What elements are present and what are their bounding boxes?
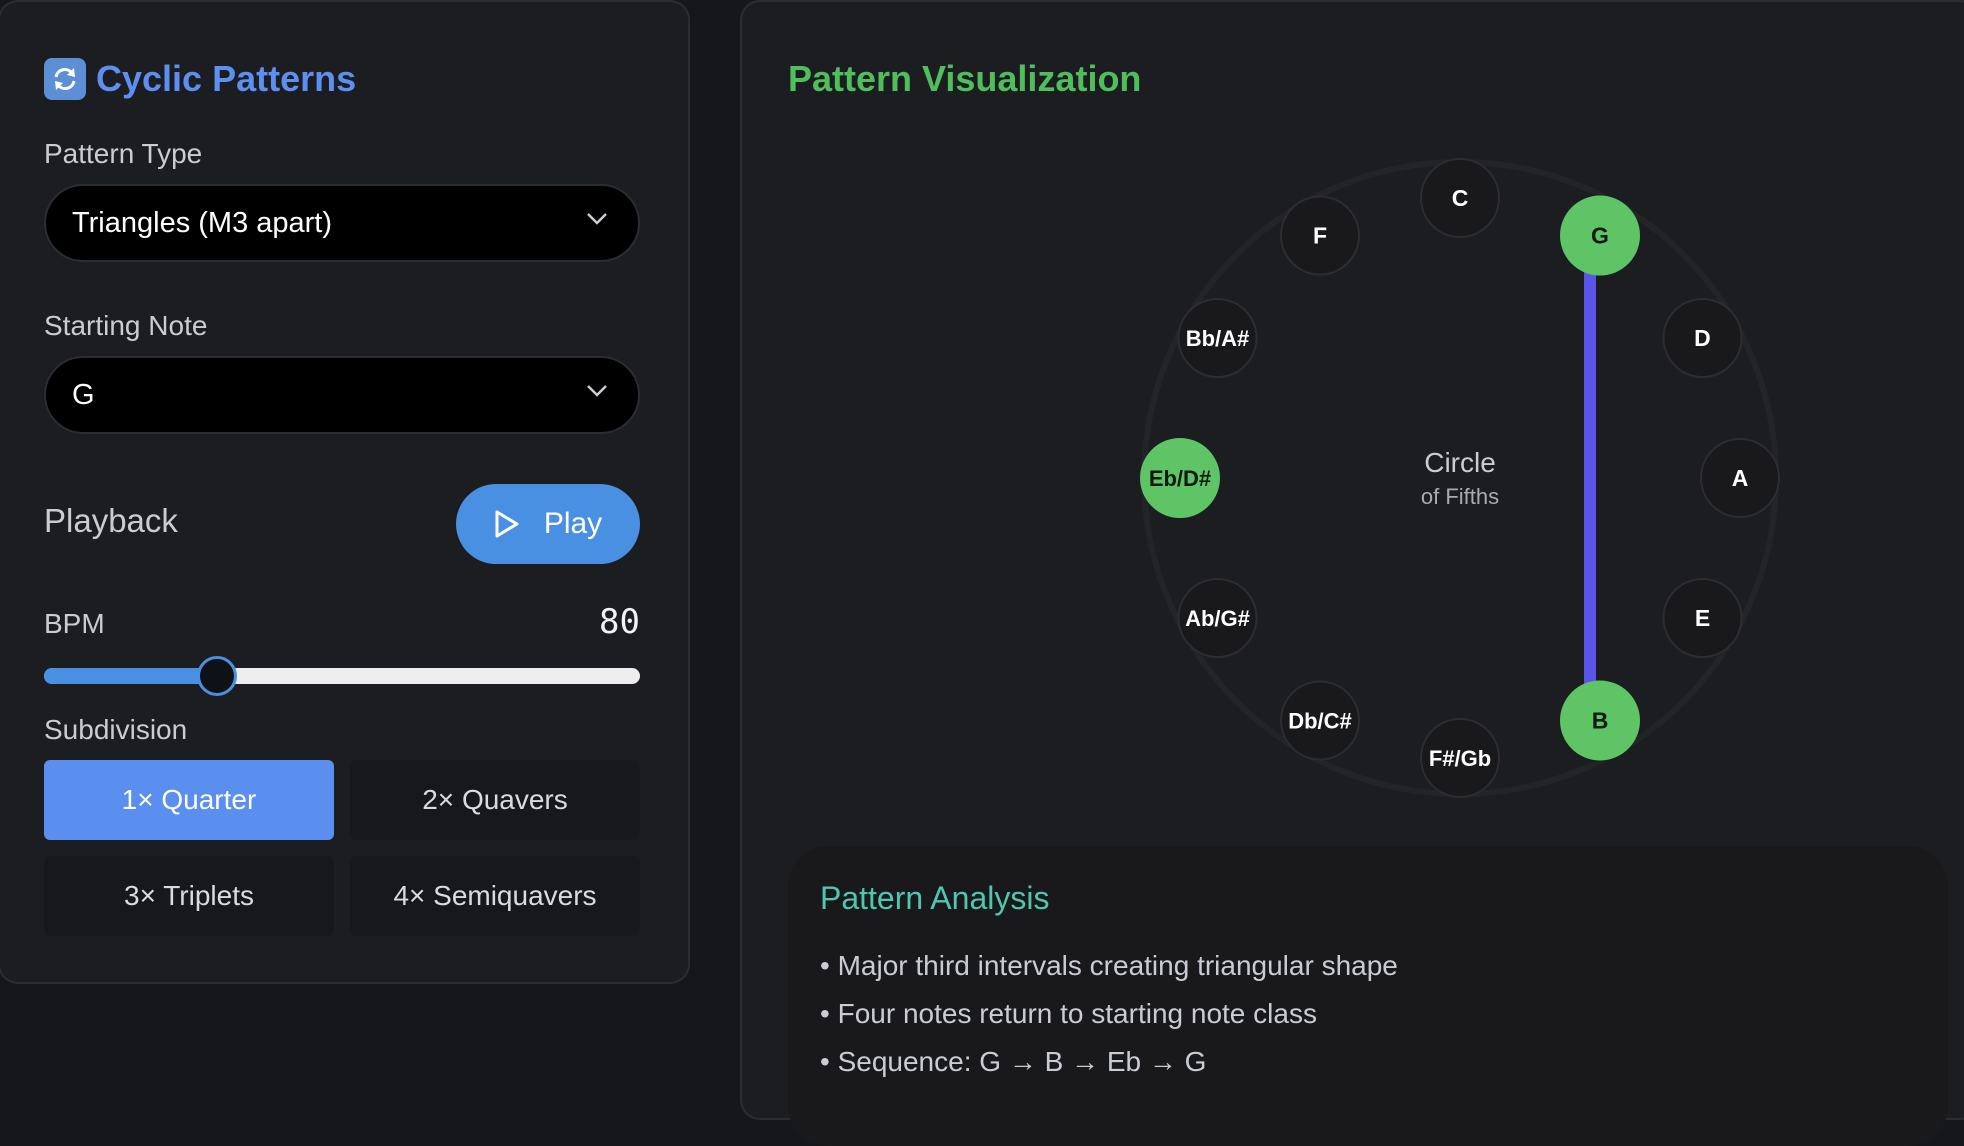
subdivision-triplets-button[interactable]: 3× Triplets <box>44 856 334 936</box>
play-label: Play <box>543 507 603 540</box>
chevron-down-icon <box>587 213 607 225</box>
note-label: F#/Gb <box>1429 746 1491 771</box>
bpm-slider-thumb[interactable] <box>196 656 237 696</box>
note-node[interactable]: A <box>1700 438 1780 518</box>
note-label: Bb/A# <box>1186 326 1250 351</box>
note-label: F <box>1313 223 1327 249</box>
note-label: Db/C# <box>1288 708 1352 733</box>
note-node[interactable]: B <box>1560 680 1640 761</box>
playback-label: Playback <box>44 502 178 539</box>
analysis-item: • Four notes return to starting note cla… <box>820 998 1317 1029</box>
note-node[interactable]: D <box>1662 298 1743 378</box>
subdivision-quarter-button[interactable]: 1× Quarter <box>44 760 334 840</box>
note-node[interactable]: Db/C# <box>1280 680 1360 761</box>
circle-center-title: Circle <box>1424 447 1496 478</box>
controls-panel: Cyclic Patterns Pattern Type Triangles (… <box>0 0 690 984</box>
note-node[interactable]: G <box>1560 195 1640 276</box>
visualization-panel: Pattern Visualization C G D A E B F#/Gb Db/C# Ab… <box>740 0 1964 1146</box>
pattern-analysis-card: Pattern Analysis • Major third intervals… <box>788 846 1948 1146</box>
play-button[interactable]: Play <box>456 484 640 564</box>
outer-ring <box>1141 159 1779 797</box>
play-icon <box>495 510 519 538</box>
note-node[interactable]: E <box>1662 578 1743 658</box>
note-label: A <box>1732 465 1749 491</box>
starting-note-value: G <box>72 378 95 411</box>
subdivision-quavers-button[interactable]: 2× Quavers <box>350 760 640 840</box>
panel-header: Cyclic Patterns <box>44 58 356 100</box>
note-node[interactable]: Eb/D# <box>1140 438 1220 518</box>
analysis-item: • Sequence: G → B → Eb → G <box>820 1046 1207 1077</box>
analysis-title: Pattern Analysis <box>820 880 1050 916</box>
note-label: B <box>1592 707 1609 733</box>
circle-center-subtitle: of Fifths <box>1421 484 1499 509</box>
pattern-type-label: Pattern Type <box>44 138 203 169</box>
note-node[interactable]: C <box>1420 158 1500 238</box>
cycle-arrows-icon <box>44 58 86 100</box>
note-label: Ab/G# <box>1185 606 1250 631</box>
bpm-slider-fill <box>44 668 217 684</box>
note-node[interactable]: F <box>1280 195 1360 276</box>
note-node[interactable]: Ab/G# <box>1177 578 1258 658</box>
note-label: G <box>1591 223 1609 249</box>
bpm-label: BPM <box>44 608 105 639</box>
starting-note-label: Starting Note <box>44 310 208 341</box>
pattern-type-select[interactable]: Triangles (M3 apart) <box>44 184 640 262</box>
note-label: E <box>1695 605 1710 631</box>
subdivision-semiquavers-button[interactable]: 4× Semiquavers <box>350 856 640 936</box>
note-label: Eb/D# <box>1149 466 1211 491</box>
subdivision-label: Subdivision <box>44 714 188 745</box>
analysis-list: • Major third intervals creating triangu… <box>820 942 1398 1086</box>
bpm-value: 80 <box>599 602 640 642</box>
note-node[interactable]: Bb/A# <box>1177 298 1258 378</box>
circle-of-fifths: CGDAEBF#/GbDb/C#Ab/G#Eb/D#Bb/A#F Circle … <box>1140 158 1780 798</box>
note-node[interactable]: F#/Gb <box>1420 718 1500 798</box>
note-label: D <box>1694 325 1711 351</box>
bpm-slider[interactable] <box>44 668 640 684</box>
note-label: C <box>1452 185 1469 211</box>
chevron-down-icon <box>587 385 607 397</box>
pattern-type-value: Triangles (M3 apart) <box>72 206 333 239</box>
starting-note-select[interactable]: G <box>44 356 640 434</box>
app-title: Cyclic Patterns <box>96 58 357 99</box>
analysis-item: • Major third intervals creating triangu… <box>820 950 1398 981</box>
